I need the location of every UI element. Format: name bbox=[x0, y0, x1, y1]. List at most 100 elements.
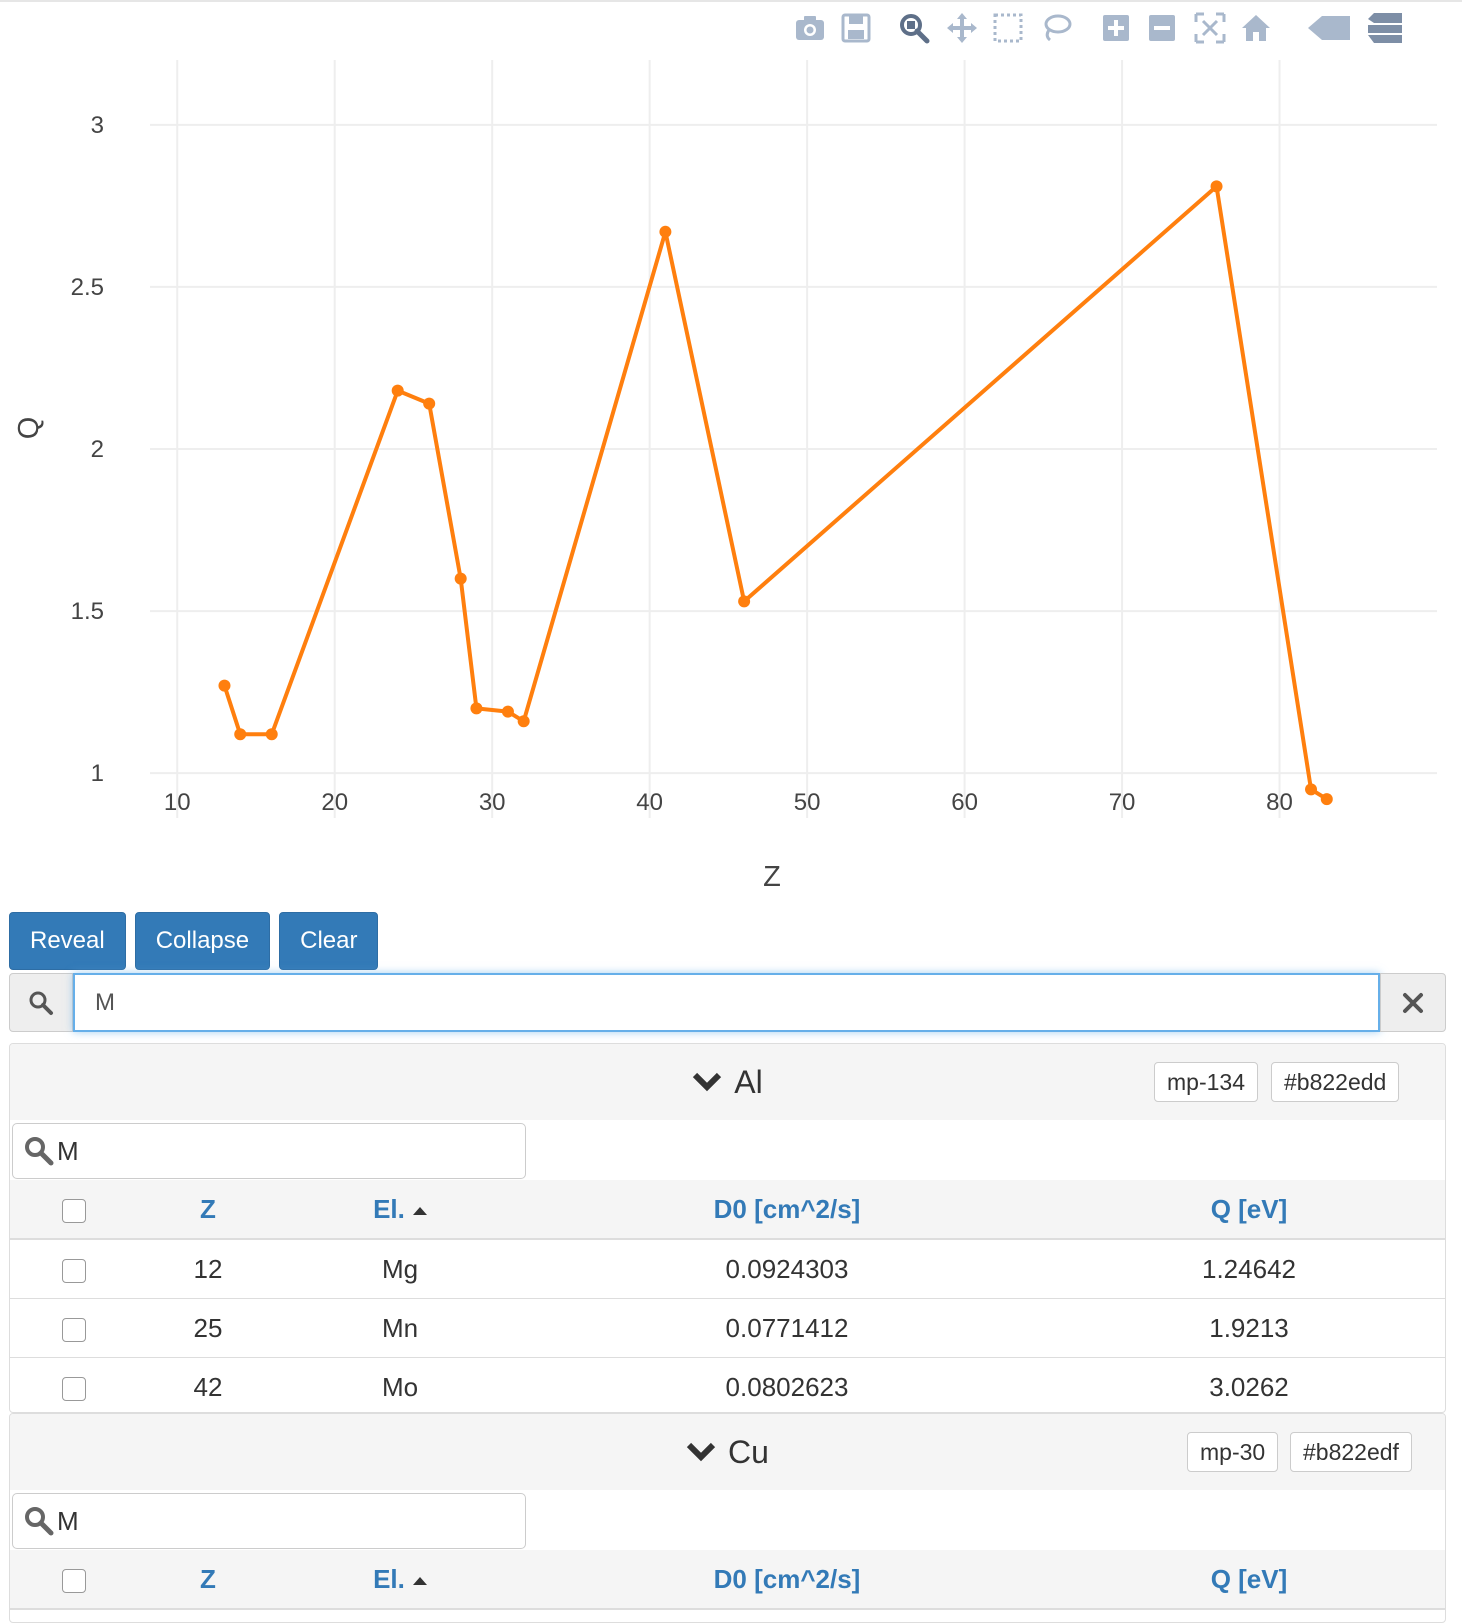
panel-header[interactable]: Cu mp-30 #b822edf bbox=[10, 1414, 1445, 1490]
data-point[interactable] bbox=[1210, 180, 1223, 193]
lasso-icon[interactable] bbox=[1036, 8, 1076, 48]
data-point[interactable] bbox=[470, 702, 483, 715]
panel-cu: Cu mp-30 #b822edf M Z El. D0 [cm^2/s] Q … bbox=[9, 1413, 1446, 1623]
data-point[interactable] bbox=[423, 397, 436, 410]
x-tick-label: 40 bbox=[636, 789, 663, 816]
sort-asc-icon bbox=[412, 1206, 427, 1215]
zoom-out-icon[interactable] bbox=[1142, 8, 1182, 48]
y-tick-label: 1 bbox=[91, 760, 104, 787]
y-tick-label: 1.5 bbox=[71, 598, 104, 625]
y-axis-title: Q bbox=[13, 417, 45, 440]
diffusion-table: Z El. D0 [cm^2/s] Q [eV] bbox=[10, 1550, 1445, 1610]
hash-badge[interactable]: #b822edd bbox=[1271, 1062, 1400, 1102]
table-row[interactable]: 42 Mo 0.0802623 3.0262 bbox=[10, 1357, 1445, 1412]
data-point[interactable] bbox=[454, 572, 467, 585]
chart-series bbox=[218, 180, 1333, 806]
diffusion-table: Z El. D0 [cm^2/s] Q [eV] 12 Mg 0.0924303… bbox=[10, 1180, 1445, 1412]
column-header-q[interactable]: Q [eV] bbox=[1053, 1180, 1445, 1240]
pan-icon[interactable] bbox=[942, 8, 982, 48]
row-checkbox[interactable] bbox=[61, 1258, 86, 1283]
line-chart: 10 20 30 40 50 60 70 80 1 1.5 2 2.5 3 Z Q bbox=[13, 60, 1437, 888]
y-tick-label: 2.5 bbox=[71, 274, 104, 301]
select-all-checkbox[interactable] bbox=[61, 1568, 86, 1593]
data-point[interactable] bbox=[517, 715, 530, 728]
data-point[interactable] bbox=[218, 679, 231, 692]
sort-asc-icon bbox=[412, 1576, 427, 1585]
search-icon bbox=[25, 1137, 54, 1166]
search-icon bbox=[25, 1507, 54, 1536]
column-header-q[interactable]: Q [eV] bbox=[1053, 1550, 1445, 1610]
hover-compare-icon[interactable] bbox=[1364, 8, 1404, 48]
panel-title: Al bbox=[734, 1063, 763, 1100]
data-point[interactable] bbox=[501, 705, 514, 718]
series-line bbox=[222, 184, 1328, 801]
zoom-in-icon[interactable] bbox=[1096, 8, 1136, 48]
column-header-z[interactable]: Z bbox=[137, 1180, 279, 1240]
search-input[interactable] bbox=[73, 973, 1380, 1032]
cell-d0: 0.0802623 bbox=[521, 1357, 1053, 1412]
x-tick-label: 60 bbox=[951, 789, 978, 816]
collapse-button[interactable]: Collapse bbox=[134, 912, 271, 970]
top-divider bbox=[0, 0, 1462, 2]
global-search bbox=[9, 973, 1446, 1032]
save-icon[interactable] bbox=[836, 8, 876, 48]
filter-value: M bbox=[57, 1505, 79, 1536]
spike-lines-icon[interactable] bbox=[1306, 8, 1352, 48]
data-point[interactable] bbox=[738, 595, 751, 608]
column-header-el[interactable]: El. bbox=[279, 1180, 521, 1240]
y-tick-label: 3 bbox=[91, 112, 104, 139]
panel-header[interactable]: Al mp-134 #b822edd bbox=[10, 1044, 1445, 1120]
cell-q: 1.9213 bbox=[1053, 1298, 1445, 1358]
x-axis-title: Z bbox=[763, 861, 781, 888]
clear-button[interactable]: Clear bbox=[279, 912, 379, 970]
row-checkbox[interactable] bbox=[61, 1376, 86, 1401]
chart-grid bbox=[150, 60, 1437, 818]
column-header-el[interactable]: El. bbox=[279, 1550, 521, 1610]
data-point[interactable] bbox=[265, 728, 278, 741]
panel-title: Cu bbox=[728, 1433, 769, 1470]
data-point[interactable] bbox=[391, 384, 404, 397]
chevron-down-icon bbox=[686, 1442, 716, 1462]
x-tick-label: 50 bbox=[794, 789, 821, 816]
cell-z: 25 bbox=[137, 1298, 279, 1358]
search-icon bbox=[9, 973, 73, 1032]
cell-z: 42 bbox=[137, 1357, 279, 1412]
x-tick-label: 20 bbox=[321, 789, 348, 816]
hash-badge[interactable]: #b822edf bbox=[1290, 1432, 1412, 1472]
data-point[interactable] bbox=[1305, 783, 1318, 796]
data-point[interactable] bbox=[1320, 793, 1333, 806]
filter-input[interactable]: M bbox=[12, 1123, 526, 1179]
camera-icon[interactable] bbox=[790, 8, 830, 48]
filter-input[interactable]: M bbox=[12, 1493, 526, 1549]
table-row[interactable]: 12 Mg 0.0924303 1.24642 bbox=[10, 1238, 1445, 1299]
column-header-d0[interactable]: D0 [cm^2/s] bbox=[521, 1550, 1053, 1610]
table-row[interactable]: 25 Mn 0.0771412 1.9213 bbox=[10, 1298, 1445, 1358]
x-tick-label: 30 bbox=[479, 789, 506, 816]
chevron-down-icon bbox=[693, 1072, 722, 1092]
cell-d0: 0.0924303 bbox=[521, 1238, 1053, 1299]
box-select-icon[interactable] bbox=[988, 8, 1028, 48]
panel-al: Al mp-134 #b822edd M Z El. D0 [cm^2/s] Q… bbox=[9, 1043, 1446, 1413]
cell-el: Mo bbox=[279, 1357, 521, 1412]
zoom-icon[interactable] bbox=[894, 8, 934, 48]
reveal-button[interactable]: Reveal bbox=[9, 912, 126, 970]
clear-search-icon[interactable] bbox=[1380, 973, 1446, 1032]
home-icon[interactable] bbox=[1236, 8, 1276, 48]
data-point[interactable] bbox=[234, 728, 247, 741]
cell-z: 12 bbox=[137, 1238, 279, 1299]
mpid-badge[interactable]: mp-30 bbox=[1187, 1432, 1279, 1472]
data-point[interactable] bbox=[659, 225, 672, 238]
select-all-checkbox[interactable] bbox=[61, 1198, 86, 1223]
cell-el: Mg bbox=[279, 1238, 521, 1299]
action-buttons: Reveal Collapse Clear bbox=[9, 912, 379, 970]
x-tick-label: 80 bbox=[1266, 789, 1293, 816]
y-tick-label: 2 bbox=[91, 436, 104, 463]
x-tick-label: 10 bbox=[164, 789, 191, 816]
autoscale-icon[interactable] bbox=[1190, 8, 1230, 48]
column-header-d0[interactable]: D0 [cm^2/s] bbox=[521, 1180, 1053, 1240]
row-checkbox[interactable] bbox=[61, 1317, 86, 1342]
cell-q: 3.0262 bbox=[1053, 1357, 1445, 1412]
mpid-badge[interactable]: mp-134 bbox=[1154, 1062, 1258, 1102]
chart-ticks: 10 20 30 40 50 60 70 80 1 1.5 2 2.5 3 bbox=[71, 112, 1293, 816]
column-header-z[interactable]: Z bbox=[137, 1550, 279, 1610]
